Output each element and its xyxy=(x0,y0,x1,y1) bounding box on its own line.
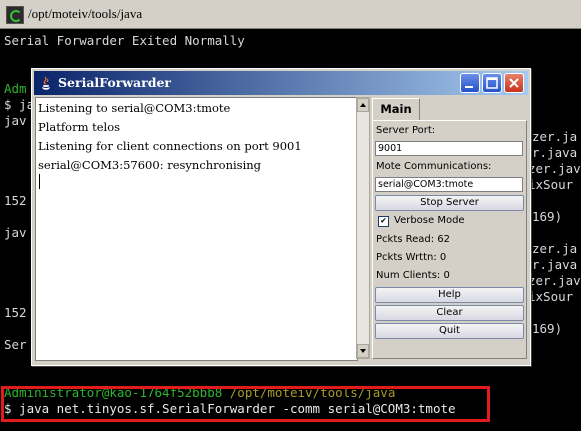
verbose-checkbox[interactable]: ✔ xyxy=(378,216,389,227)
mote-comm-label: Mote Communications: xyxy=(376,161,492,172)
log-line: Listening to serial@COM3:tmote xyxy=(38,101,231,115)
terminal-fragment: r.java xyxy=(532,257,578,272)
terminal-line: 152 xyxy=(4,305,27,320)
scroll-up-button[interactable] xyxy=(357,98,369,112)
tab-main[interactable]: Main xyxy=(372,98,420,120)
maximize-icon xyxy=(486,77,498,89)
num-clients-status: Num Clients: 0 xyxy=(376,270,450,281)
terminal-fragment: r.java xyxy=(532,145,578,160)
pckts-wrttn-status: Pckts Wrttn: 0 xyxy=(376,252,447,263)
terminal-line: 152 xyxy=(4,193,27,208)
terminal-title: /opt/moteiv/tools/java xyxy=(28,6,143,21)
control-panel: Main Server Port: 9001 Mote Communicatio… xyxy=(372,97,527,363)
terminal-fragment: 169) xyxy=(532,321,563,336)
terminal-line: jav xyxy=(4,113,27,128)
verbose-label: Verbose Mode xyxy=(394,215,465,226)
pckts-read-status: Pckts Read: 62 xyxy=(376,234,451,245)
sf-titlebar[interactable]: SerialForwarder xyxy=(34,71,528,95)
tab-main-body: Server Port: 9001 Mote Communications: s… xyxy=(372,120,527,359)
arrow-up-icon xyxy=(360,103,366,107)
terminal-fragment: 169) xyxy=(532,209,563,224)
terminal-line: Adm xyxy=(4,81,27,96)
serialforwarder-window: SerialForwarder Listening to serial@COM3… xyxy=(31,68,531,366)
quit-button[interactable]: Quit xyxy=(375,323,524,339)
terminal-line: jav xyxy=(4,225,27,240)
terminal-fragment: ixSour xyxy=(528,289,574,304)
minimize-icon xyxy=(465,86,473,88)
log-textarea[interactable]: Listening to serial@COM3:tmote Platform … xyxy=(35,97,358,361)
log-line: Platform telos xyxy=(38,120,121,134)
terminal-fragment: zer.java xyxy=(528,273,581,288)
java-icon xyxy=(42,76,50,90)
cygwin-icon xyxy=(6,6,24,24)
clear-button[interactable]: Clear xyxy=(375,305,524,321)
terminal-fragment: zer.ja xyxy=(532,129,578,144)
log-scrollbar[interactable] xyxy=(356,97,370,359)
command-highlight-box xyxy=(1,386,490,422)
server-port-label: Server Port: xyxy=(376,125,436,136)
minimize-button[interactable] xyxy=(460,73,480,93)
log-line: serial@COM3:57600: resynchronising xyxy=(38,158,262,172)
arrow-down-icon xyxy=(360,349,366,353)
text-caret xyxy=(39,174,40,189)
terminal-titlebar: /opt/moteiv/tools/java xyxy=(0,0,581,29)
server-port-field[interactable]: 9001 xyxy=(375,141,523,156)
terminal-fragment: zer.ja xyxy=(532,241,578,256)
maximize-button[interactable] xyxy=(482,73,502,93)
close-button[interactable] xyxy=(504,73,524,93)
stop-server-button[interactable]: Stop Server xyxy=(375,195,524,211)
terminal-line: Serial Forwarder Exited Normally xyxy=(4,33,245,48)
terminal-line: Ser xyxy=(4,337,27,352)
close-icon xyxy=(509,78,519,88)
sf-title: SerialForwarder xyxy=(58,75,172,90)
terminal-fragment: ixSour xyxy=(528,177,574,192)
log-line: Listening for client connections on port… xyxy=(38,139,302,153)
terminal-line: $ ja xyxy=(4,97,35,112)
mote-comm-field[interactable]: serial@COM3:tmote xyxy=(375,177,523,192)
terminal-fragment: zer.java xyxy=(528,161,581,176)
scroll-down-button[interactable] xyxy=(357,344,369,358)
help-button[interactable]: Help xyxy=(375,287,524,303)
